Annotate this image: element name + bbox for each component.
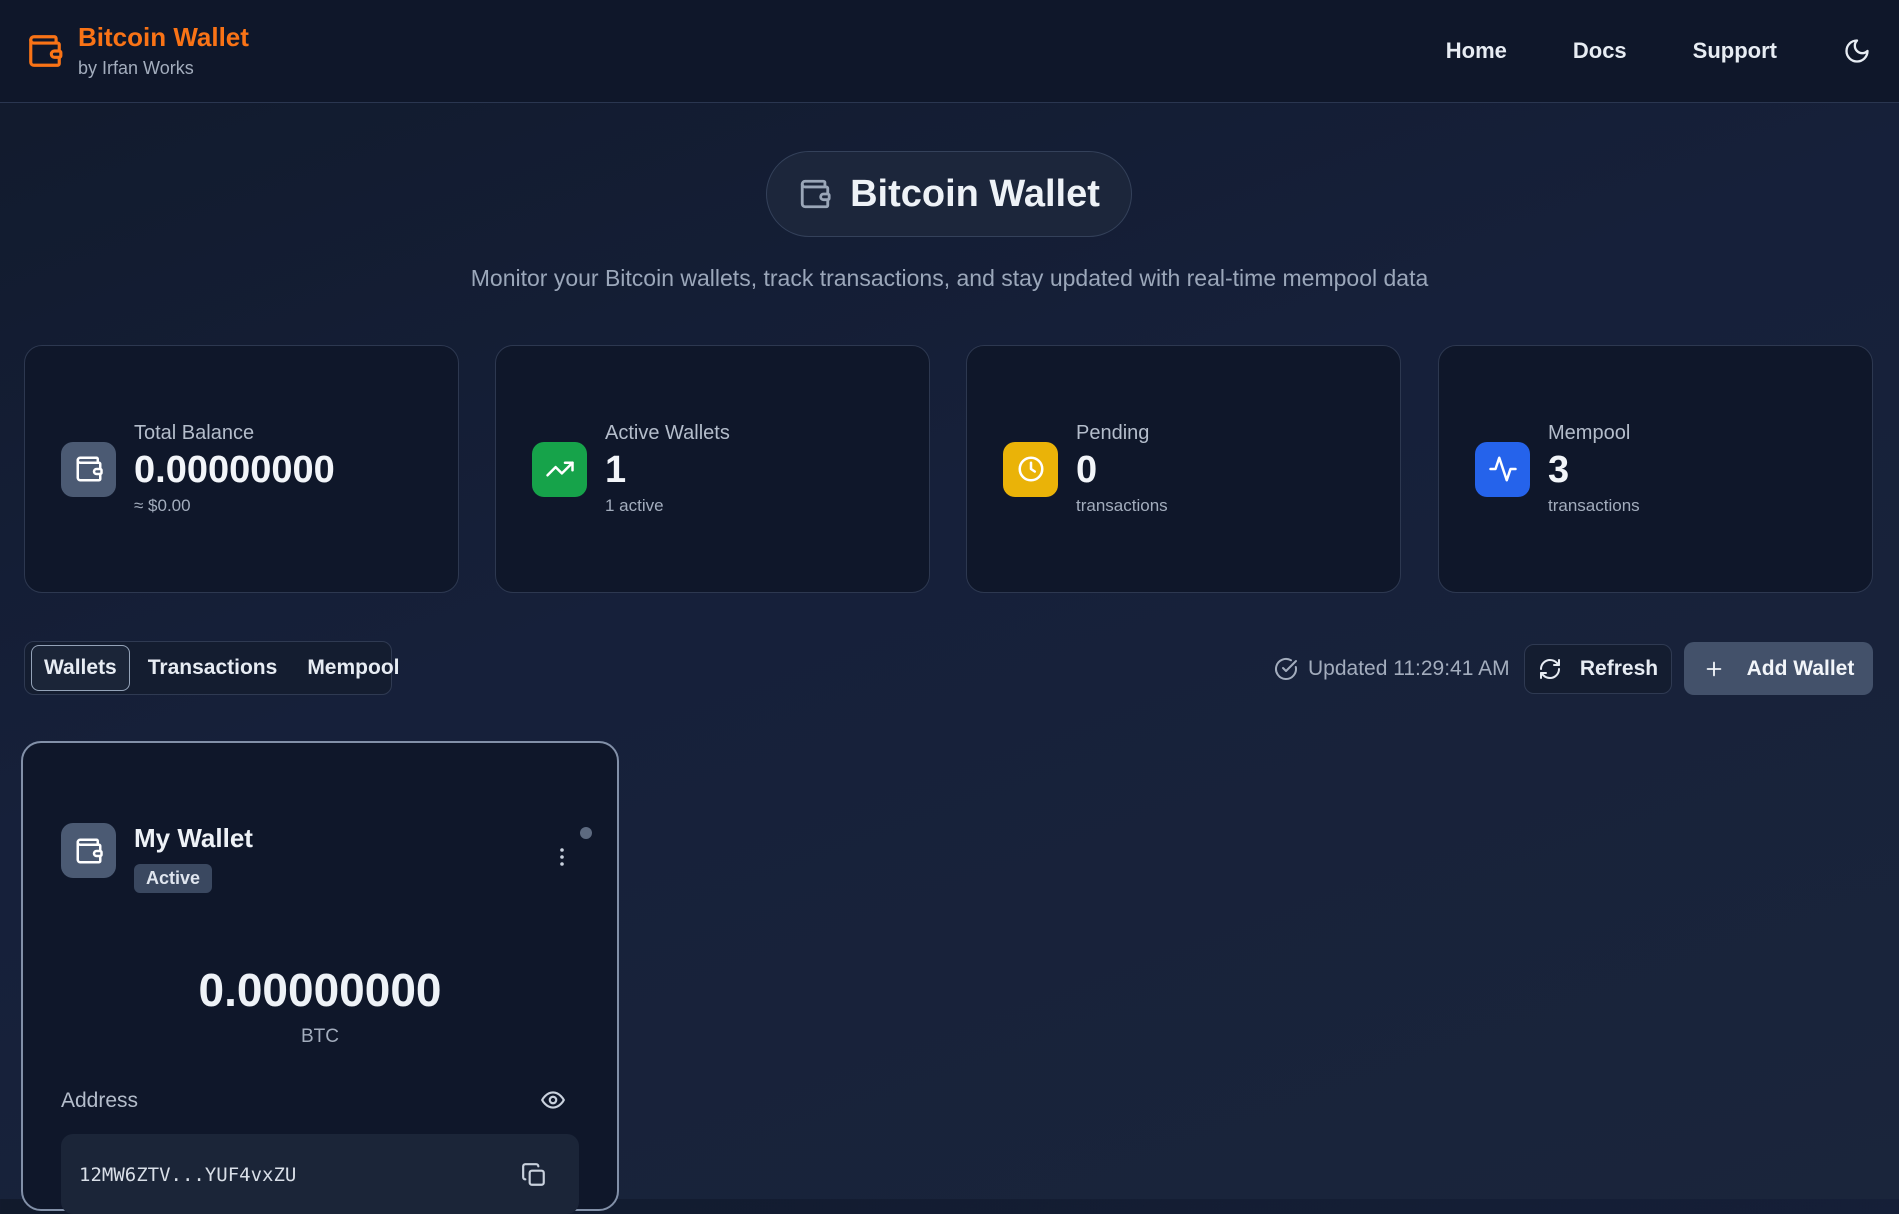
- hero-subtitle: Monitor your Bitcoin wallets, track tran…: [470, 265, 1429, 291]
- stat-value: 3: [1548, 449, 1570, 491]
- clock-icon: [1003, 441, 1058, 497]
- last-updated: Updated 11:29:41 AM: [1274, 652, 1510, 686]
- wallet-unit: BTC: [301, 1026, 339, 1047]
- wallet-card[interactable]: My Wallet Active 0.00000000 BTC Address …: [21, 741, 619, 1214]
- status-dot: [580, 827, 592, 839]
- stat-label: Total Balance: [134, 422, 255, 444]
- wallet-balance: 0.00000000: [198, 964, 442, 1016]
- wallet-icon: [61, 441, 116, 497]
- moon-icon[interactable]: [1843, 37, 1871, 65]
- wallet-icon: [800, 179, 831, 209]
- view-tabs: Wallets Transactions Mempool: [24, 641, 399, 695]
- copy-icon[interactable]: [521, 1162, 547, 1188]
- wallet-icon: [61, 823, 116, 878]
- refresh-label: Refresh: [1579, 657, 1659, 680]
- hero-title-pill: Bitcoin Wallet: [766, 151, 1132, 237]
- tab-wallets[interactable]: Wallets: [31, 645, 130, 691]
- nav-support-link[interactable]: Support: [1693, 38, 1777, 64]
- plus-icon: [1706, 661, 1721, 676]
- wallet-name: My Wallet: [134, 823, 253, 853]
- wallet-address: 12MW6ZTV...YUF4vxZU: [79, 1164, 297, 1186]
- wallet-icon: [29, 35, 63, 67]
- brand[interactable]: Bitcoin Wallet by Irfan Works: [26, 23, 249, 79]
- last-updated-text: Updated 11:29:41 AM: [1308, 657, 1510, 680]
- main-nav: Home Docs Support: [1446, 37, 1871, 65]
- stat-card-pending: Pending 0 transactions: [966, 345, 1401, 593]
- stat-sub: transactions: [1076, 496, 1168, 515]
- stat-sub: 1 active: [605, 496, 664, 515]
- stat-card-mempool: Mempool 3 transactions: [1438, 345, 1873, 593]
- status-badge: Active: [134, 864, 213, 893]
- stat-label: Pending: [1076, 422, 1150, 444]
- wallet-header: My Wallet Active: [61, 823, 253, 893]
- eye-icon[interactable]: [540, 1087, 566, 1113]
- stat-card-active-wallets: Active Wallets 1 1 active: [495, 345, 930, 593]
- stat-sub: ≈ $0.00: [134, 496, 191, 515]
- add-wallet-button[interactable]: Add Wallet: [1684, 642, 1873, 695]
- stat-value: 1: [605, 449, 627, 491]
- trending-up-icon: [532, 441, 587, 497]
- nav-home-link[interactable]: Home: [1446, 38, 1507, 64]
- brand-subtitle: by Irfan Works: [78, 57, 194, 78]
- stat-sub: transactions: [1548, 496, 1640, 515]
- address-label: Address: [61, 1089, 139, 1112]
- check-circle-icon: [1275, 657, 1297, 680]
- refresh-icon: [1539, 659, 1560, 679]
- stat-value: 0.00000000: [134, 449, 335, 491]
- refresh-button[interactable]: Refresh: [1524, 644, 1672, 694]
- activity-icon: [1475, 441, 1530, 497]
- hero-title: Bitcoin Wallet: [850, 172, 1100, 215]
- more-vertical-icon[interactable]: [550, 843, 574, 871]
- brand-title: Bitcoin Wallet: [78, 22, 249, 53]
- add-wallet-label: Add Wallet: [1746, 656, 1855, 680]
- stat-value: 0: [1076, 449, 1098, 491]
- tab-mempool[interactable]: Mempool: [295, 646, 411, 690]
- address-box: 12MW6ZTV...YUF4vxZU: [61, 1134, 579, 1214]
- top-navbar: Bitcoin Wallet by Irfan Works Home Docs …: [0, 0, 1899, 103]
- stat-label: Active Wallets: [605, 422, 730, 444]
- nav-docs-link[interactable]: Docs: [1573, 38, 1627, 64]
- stat-card-total-balance: Total Balance 0.00000000 ≈ $0.00: [24, 345, 459, 593]
- tab-transactions[interactable]: Transactions: [136, 646, 290, 690]
- stat-label: Mempool: [1548, 422, 1631, 444]
